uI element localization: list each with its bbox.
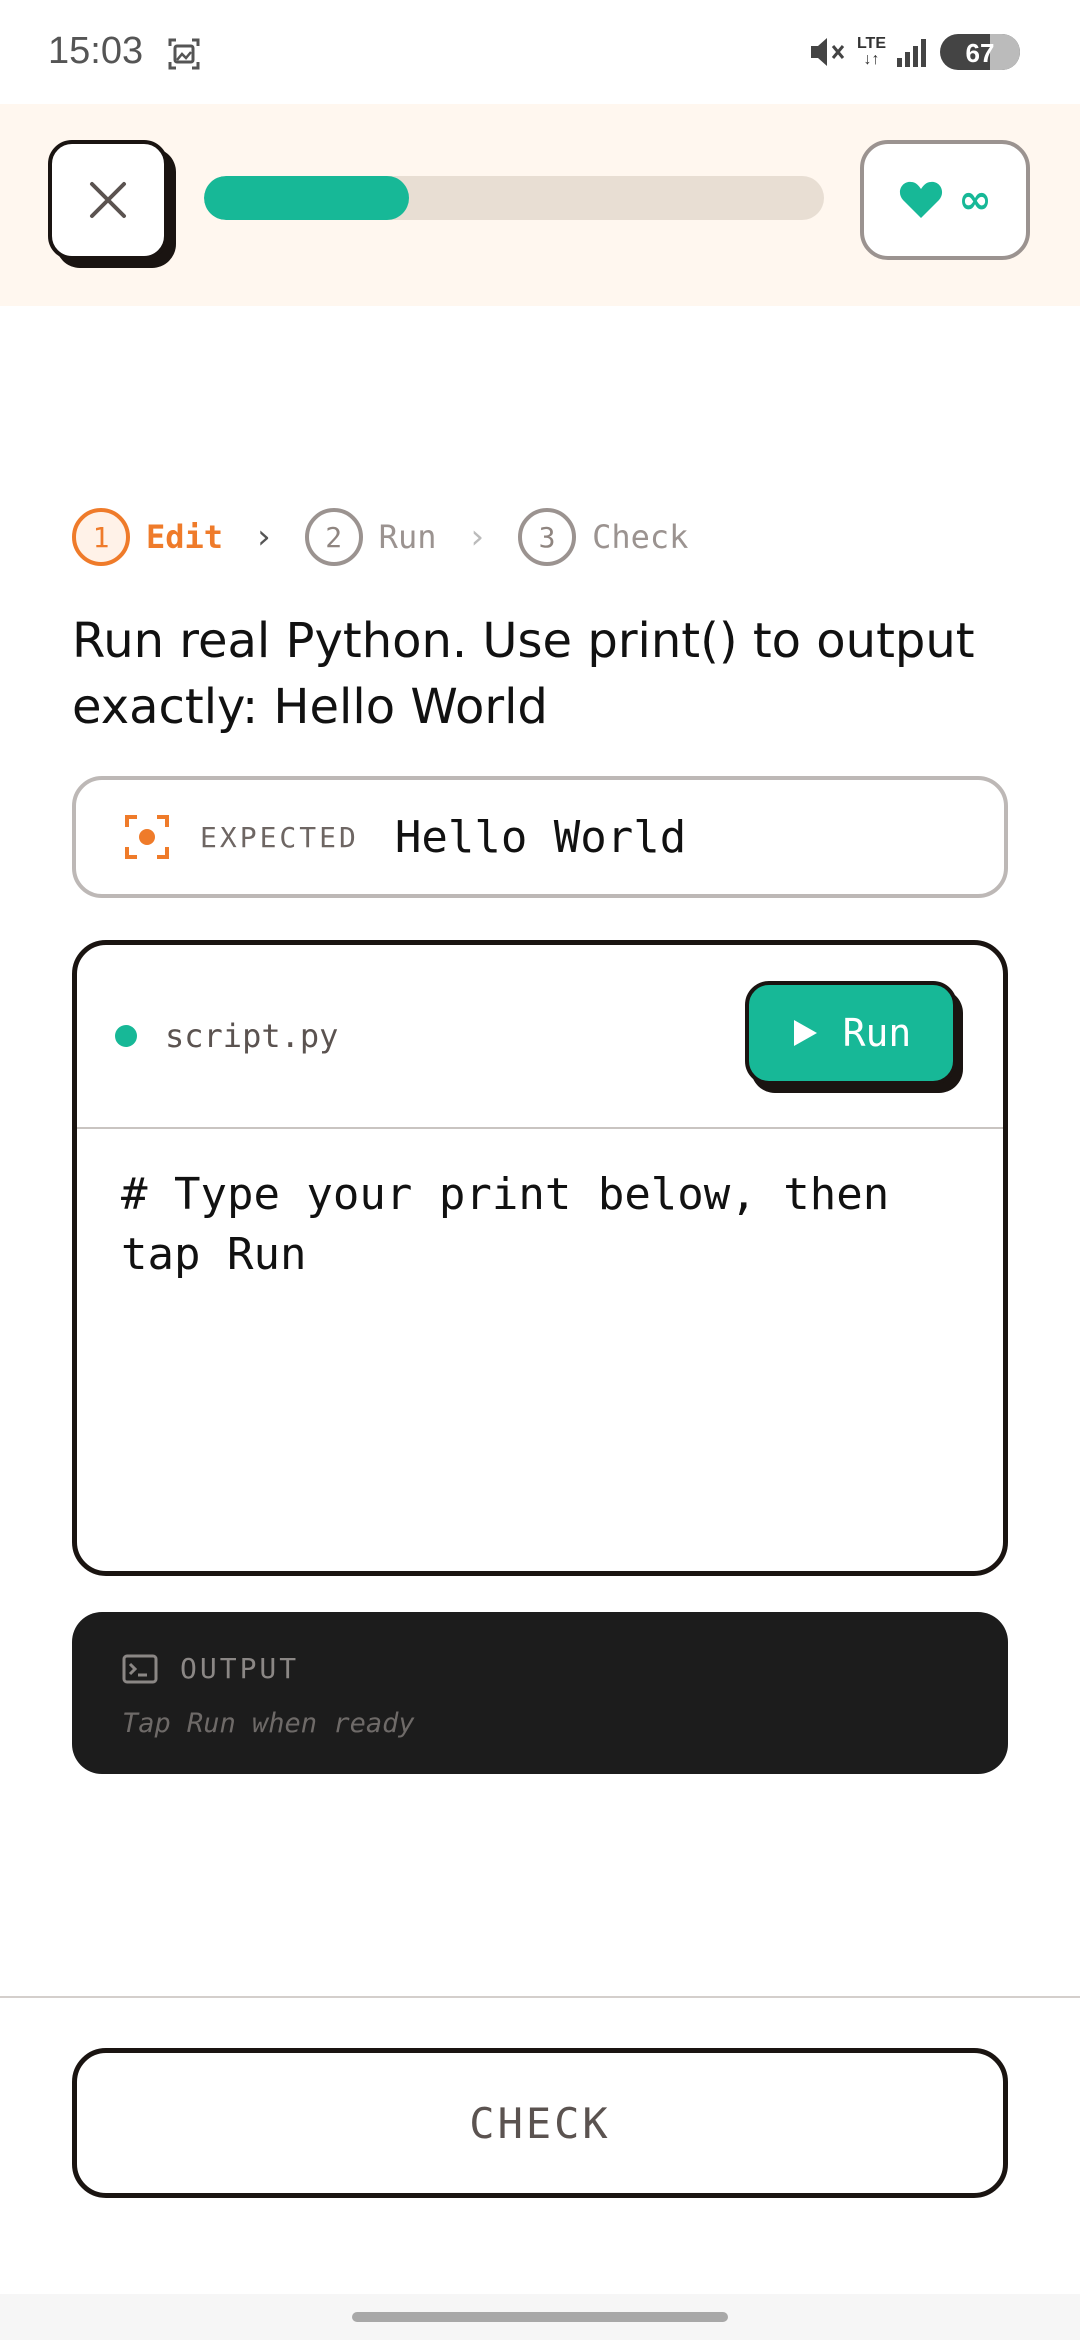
status-bar: 15:03 LTE ↓↑ 67	[0, 0, 1080, 104]
signal-icon	[897, 39, 926, 67]
play-icon	[793, 1020, 817, 1046]
lesson-header: ∞	[0, 104, 1080, 306]
status-icons: LTE ↓↑ 67	[807, 34, 1020, 70]
step-run-label: Run	[378, 518, 437, 556]
step-check: 3 Check	[518, 508, 688, 566]
battery-level: 67	[965, 38, 995, 68]
hearts-button[interactable]: ∞	[860, 140, 1030, 260]
footer-divider	[0, 1996, 1080, 1998]
chevron-right-icon: ›	[257, 517, 271, 557]
run-button-label: Run	[842, 1011, 912, 1055]
lesson-progress-bar	[204, 176, 824, 220]
step-edit: 1 Edit	[72, 508, 223, 566]
status-time: 15:03	[48, 30, 144, 72]
check-button[interactable]: CHECK	[72, 2048, 1008, 2198]
code-input[interactable]: # Type your print below, then tap Run	[121, 1165, 961, 1285]
terminal-icon	[122, 1654, 158, 1684]
expected-label: EXPECTED	[200, 820, 359, 854]
network-indicator: LTE ↓↑	[857, 36, 886, 68]
network-type: LTE	[856, 35, 886, 52]
file-name: script.py	[165, 1017, 339, 1055]
step-edit-number: 1	[72, 508, 130, 566]
lesson-stepper: 1 Edit › 2 Run › 3 Check	[72, 506, 688, 568]
lesson-progress-fill	[204, 176, 409, 220]
chevron-right-icon: ›	[470, 517, 485, 557]
network-arrows: ↓↑	[863, 51, 880, 68]
close-icon	[90, 182, 126, 218]
home-indicator[interactable]	[352, 2312, 728, 2322]
hearts-count: ∞	[958, 177, 992, 223]
expected-output-box: EXPECTED Hello World	[72, 776, 1008, 898]
step-run: 2 Run	[304, 508, 437, 566]
output-label: OUTPUT	[180, 1652, 300, 1685]
file-status-dot	[115, 1025, 137, 1047]
code-editor: script.py Run # Type your print below, t…	[72, 940, 1008, 1576]
run-button[interactable]: Run	[745, 981, 957, 1085]
editor-header: script.py Run	[77, 945, 1003, 1129]
step-edit-label: Edit	[146, 518, 224, 556]
exercise-prompt: Run real Python. Use print() to output e…	[72, 613, 975, 735]
close-button[interactable]	[48, 140, 168, 260]
output-placeholder: Tap Run when ready	[122, 1708, 415, 1739]
expected-value: Hello World	[394, 811, 687, 863]
step-check-number: 3	[518, 508, 577, 566]
screenshot-icon	[168, 38, 200, 70]
battery-icon: 67	[940, 34, 1020, 70]
output-console: OUTPUT Tap Run when ready	[72, 1612, 1008, 1774]
step-run-number: 2	[304, 508, 363, 566]
heart-icon	[900, 181, 943, 218]
mute-icon	[810, 38, 845, 66]
check-button-label: CHECK	[469, 2098, 611, 2148]
step-check-label: Check	[592, 518, 689, 556]
target-icon	[125, 815, 169, 859]
